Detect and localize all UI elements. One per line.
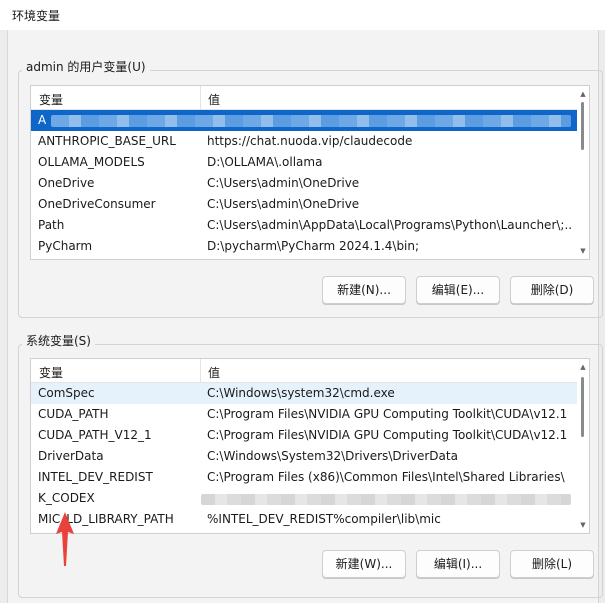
table-row[interactable]: OLLAMA_MODELS D:\OLLAMA\.ollama <box>31 152 579 173</box>
column-header-name[interactable]: 变量 <box>39 91 63 108</box>
vertical-scrollbar[interactable]: ▲ ▼ <box>577 86 589 259</box>
variable-value: D:\pycharm\PyCharm 2024.1.4\bin; <box>207 239 420 253</box>
variable-name: OneDrive <box>38 176 95 190</box>
user-variables-rows: A ANTHROPIC_BASE_URL https://chat.nuoda.… <box>31 110 579 257</box>
user-edit-button[interactable]: 编辑(E)... <box>416 276 500 304</box>
column-divider[interactable] <box>200 86 201 110</box>
column-header-value[interactable]: 值 <box>208 364 220 381</box>
variable-name: ComSpec <box>38 386 95 400</box>
table-row[interactable]: ANTHROPIC_BASE_URL https://chat.nuoda.vi… <box>31 131 579 152</box>
table-row[interactable]: OneDriveConsumer C:\Users\admin\OneDrive <box>31 194 579 215</box>
variable-name: DriverData <box>38 449 104 463</box>
scroll-thumb[interactable] <box>581 102 584 150</box>
system-variables-list[interactable]: 变量 值 ComSpec C:\Windows\system32\cmd.exe… <box>30 358 590 534</box>
table-row[interactable]: A <box>31 110 579 131</box>
title-bar: 环境变量 <box>0 0 605 30</box>
system-variables-label: 系统变量(S) <box>22 332 95 349</box>
list-header: 变量 值 <box>31 359 579 383</box>
table-row[interactable]: MIC_LD_LIBRARY_PATH %INTEL_DEV_REDIST%co… <box>31 509 579 530</box>
scroll-down-arrow-icon[interactable]: ▼ <box>579 520 587 530</box>
variable-value: C:\Windows\System32\Drivers\DriverData <box>207 449 458 463</box>
variable-value: C:\Program Files\NVIDIA GPU Computing To… <box>207 428 568 442</box>
vertical-scrollbar[interactable]: ▲ ▼ <box>577 359 589 533</box>
variable-value: D:\OLLAMA\.ollama <box>207 155 323 169</box>
scroll-up-arrow-icon[interactable]: ▲ <box>579 89 587 99</box>
table-row[interactable]: CUDA_PATH C:\Program Files\NVIDIA GPU Co… <box>31 404 579 425</box>
table-row[interactable]: CUDA_PATH_V12_1 C:\Program Files\NVIDIA … <box>31 425 579 446</box>
table-row[interactable]: Path C:\Users\admin\AppData\Local\Progra… <box>31 215 579 236</box>
variable-name: CUDA_PATH <box>38 407 109 421</box>
column-divider[interactable] <box>200 359 201 383</box>
user-variables-label: admin 的用户变量(U) <box>22 58 150 75</box>
variable-value: https://chat.nuoda.vip/claudecode <box>207 134 413 148</box>
background-window-left-edge <box>0 30 8 603</box>
table-row[interactable]: ComSpec C:\Windows\system32\cmd.exe <box>31 383 579 404</box>
variable-name: OneDriveConsumer <box>38 197 156 211</box>
variable-name: INTEL_DEV_REDIST <box>38 470 153 484</box>
window-title: 环境变量 <box>12 9 61 23</box>
redacted-value <box>201 494 571 505</box>
system-delete-button[interactable]: 删除(L) <box>510 550 594 578</box>
variable-value: C:\Windows\system32\cmd.exe <box>207 386 395 400</box>
user-delete-button[interactable]: 删除(D) <box>510 276 594 304</box>
variable-value: C:\Program Files (x86)\Common Files\Inte… <box>207 470 565 484</box>
system-edit-button[interactable]: 编辑(I)... <box>416 550 500 578</box>
scroll-up-arrow-icon[interactable]: ▲ <box>579 362 587 372</box>
variable-name: K_CODEX <box>38 491 95 505</box>
table-row[interactable]: K_CODEX <box>31 488 579 509</box>
column-header-value[interactable]: 值 <box>208 91 220 108</box>
table-row[interactable]: DriverData C:\Windows\System32\Drivers\D… <box>31 446 579 467</box>
list-header: 变量 值 <box>31 86 579 110</box>
user-new-button[interactable]: 新建(N)... <box>322 276 406 304</box>
table-row[interactable]: INTEL_DEV_REDIST C:\Program Files (x86)\… <box>31 467 579 488</box>
user-variables-list[interactable]: 变量 值 A ANTHROPIC_BASE_URL https://chat.n… <box>30 85 590 260</box>
system-new-button[interactable]: 新建(W)... <box>322 550 406 578</box>
scroll-down-arrow-icon[interactable]: ▼ <box>579 246 587 256</box>
system-variables-rows: ComSpec C:\Windows\system32\cmd.exe CUDA… <box>31 383 579 530</box>
redacted-value <box>51 115 571 127</box>
variable-name: Path <box>38 218 65 232</box>
variable-name: PyCharm <box>38 239 93 253</box>
variable-name: CUDA_PATH_V12_1 <box>38 428 152 442</box>
variable-value: C:\Users\admin\OneDrive <box>207 176 360 190</box>
variable-value: C:\Program Files\NVIDIA GPU Computing To… <box>207 407 568 421</box>
annotation-arrow-icon <box>56 512 74 566</box>
scroll-thumb[interactable] <box>581 377 584 437</box>
variable-value: C:\Users\admin\OneDrive <box>207 197 360 211</box>
variable-value: %INTEL_DEV_REDIST%compiler\lib\mic <box>207 512 441 526</box>
variable-name: OLLAMA_MODELS <box>38 155 145 169</box>
table-row[interactable]: PyCharm D:\pycharm\PyCharm 2024.1.4\bin; <box>31 236 579 257</box>
table-row[interactable]: OneDrive C:\Users\admin\OneDrive <box>31 173 579 194</box>
variable-value: C:\Users\admin\AppData\Local\Programs\Py… <box>207 218 573 232</box>
variable-name: ANTHROPIC_BASE_URL <box>38 134 176 148</box>
column-header-name[interactable]: 变量 <box>39 364 63 381</box>
